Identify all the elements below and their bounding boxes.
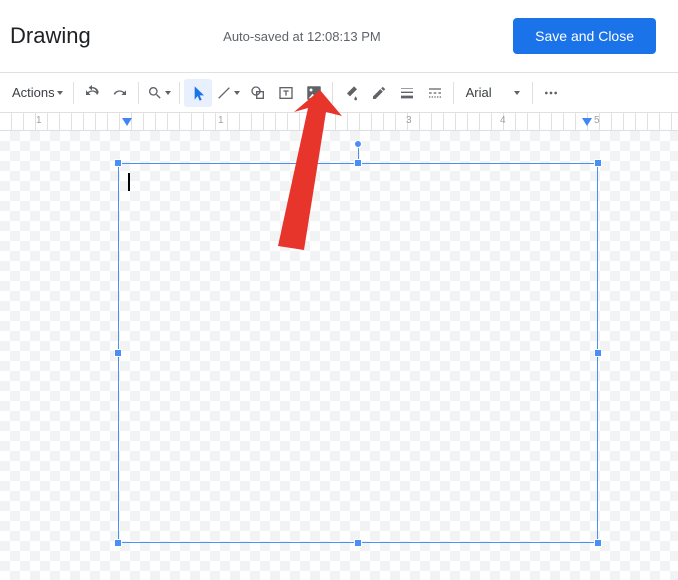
border-dash-button[interactable] [421,79,449,107]
undo-button[interactable] [78,79,106,107]
textbox-icon [278,85,294,101]
resize-handle-top-right[interactable] [594,159,602,167]
separator [179,82,180,104]
separator [332,82,333,104]
border-color-button[interactable] [365,79,393,107]
rotate-connector [358,146,359,160]
border-color-icon [371,85,387,101]
undo-icon [84,85,100,101]
left-indent-marker[interactable] [122,118,132,126]
select-icon [190,85,206,101]
ruler-mark: 3 [406,115,412,126]
ruler-mark: 1 [36,115,42,126]
line-tool-dropdown[interactable] [212,79,244,107]
zoom-icon [147,85,163,101]
ruler-mark: 2 [312,115,318,126]
border-dash-icon [427,85,443,101]
select-tool-button[interactable] [184,79,212,107]
text-caret [128,173,130,191]
ruler-ticks [0,113,678,130]
save-and-close-button[interactable]: Save and Close [513,18,656,54]
zoom-dropdown[interactable] [143,79,175,107]
resize-handle-bottom-right[interactable] [594,539,602,547]
horizontal-ruler: 1 1 2 3 4 5 [0,113,678,131]
toolbar: Actions Arial [0,73,678,113]
font-label: Arial [466,85,492,100]
chevron-down-icon [165,91,171,95]
actions-label: Actions [12,85,55,100]
border-weight-button[interactable] [393,79,421,107]
separator [138,82,139,104]
more-icon [543,85,559,101]
redo-icon [112,85,128,101]
font-family-dropdown[interactable]: Arial [458,79,528,107]
rotate-handle[interactable] [354,140,362,148]
fill-color-button[interactable] [337,79,365,107]
chevron-down-icon [514,91,520,95]
more-options-button[interactable] [537,79,565,107]
ruler-mark: 5 [594,115,600,126]
ruler-mark: 1 [218,115,224,126]
separator [453,82,454,104]
chevron-down-icon [234,91,240,95]
ruler-mark: 4 [500,115,506,126]
autosave-status: Auto-saved at 12:08:13 PM [91,29,513,44]
dialog-title: Drawing [10,23,91,49]
textbox-tool-button[interactable] [272,79,300,107]
shape-tool-button[interactable] [244,79,272,107]
right-indent-marker[interactable] [582,118,592,126]
resize-handle-bottom-left[interactable] [114,539,122,547]
image-tool-button[interactable] [300,79,328,107]
chevron-down-icon [57,91,63,95]
image-icon [305,84,323,102]
border-weight-icon [399,85,415,101]
resize-handle-top-middle[interactable] [354,159,362,167]
actions-dropdown[interactable]: Actions [6,79,69,107]
text-box-shape[interactable] [118,163,598,543]
line-icon [216,85,232,101]
separator [73,82,74,104]
resize-handle-middle-right[interactable] [594,349,602,357]
resize-handle-top-left[interactable] [114,159,122,167]
separator [532,82,533,104]
resize-handle-middle-left[interactable] [114,349,122,357]
drawing-canvas[interactable] [0,131,678,580]
fill-color-icon [343,85,359,101]
redo-button[interactable] [106,79,134,107]
shape-icon [250,85,266,101]
resize-handle-bottom-middle[interactable] [354,539,362,547]
dialog-header: Drawing Auto-saved at 12:08:13 PM Save a… [0,0,678,73]
